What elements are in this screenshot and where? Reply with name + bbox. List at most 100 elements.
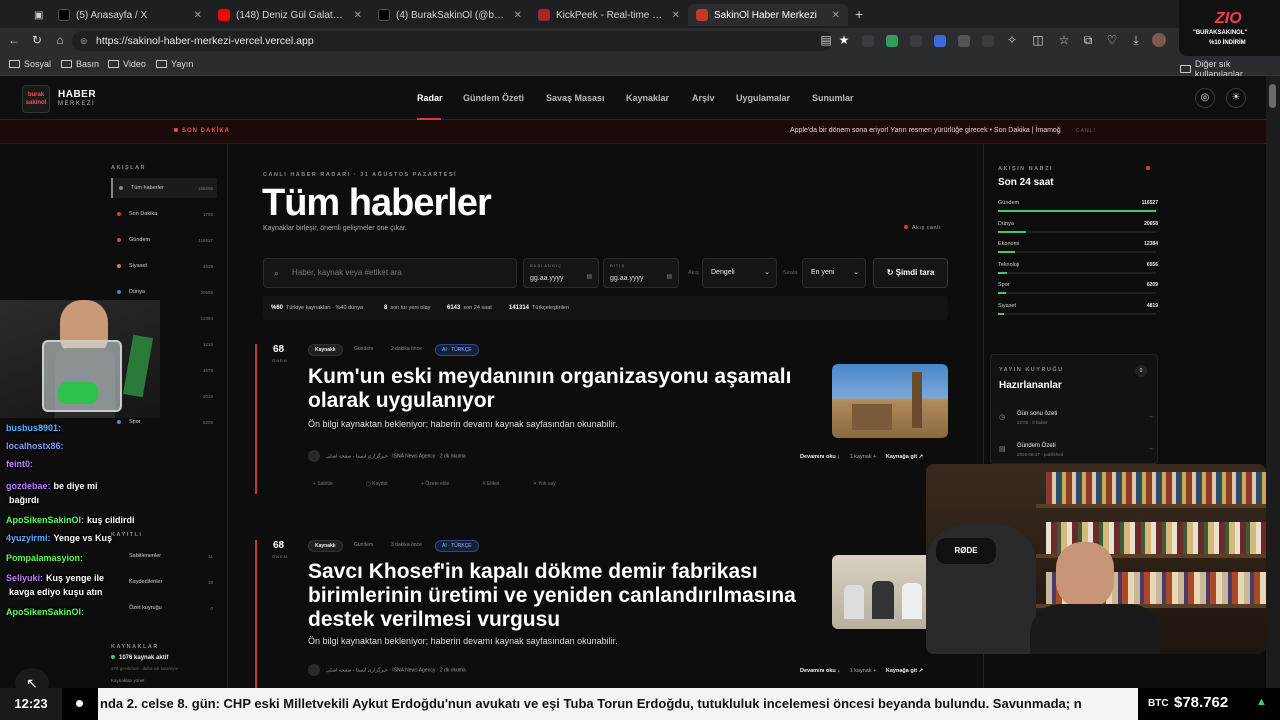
favorites-icon[interactable]: ☆ bbox=[1056, 33, 1072, 47]
clock-icon: ◷ bbox=[999, 414, 1006, 421]
date-from-field[interactable]: BAŞLANGIÇ gg.aa.yyyy ▤ bbox=[523, 258, 599, 288]
browser-tab[interactable]: (148) Deniz Gül Galatasaray'da?... ✕ bbox=[210, 4, 370, 26]
close-icon[interactable]: ✕ bbox=[194, 10, 202, 21]
browser-tab-active[interactable]: SakinOl Haber Merkezi ✕ bbox=[688, 4, 848, 26]
person-shape bbox=[872, 581, 894, 619]
feed-item[interactable]: Tüm haberler 168296 bbox=[111, 178, 217, 198]
sponsor-code: "BURAKSAKINOL" bbox=[1193, 30, 1248, 36]
nav-uygulamalar[interactable]: Uygulamalar bbox=[736, 93, 790, 103]
close-icon[interactable]: ✕ bbox=[354, 10, 362, 21]
arrow-right-icon: → bbox=[1147, 445, 1154, 452]
mode-select[interactable]: Dengeli ⌄ bbox=[702, 258, 777, 288]
article-title[interactable]: Savcı Khosef'in kapalı dökme demir fabri… bbox=[308, 560, 803, 632]
close-icon[interactable]: ✕ bbox=[514, 10, 522, 21]
save-button[interactable]: ▢ Kaydet bbox=[366, 481, 404, 487]
page-subtitle: Kaynaklar birleşir, önemli gelişmeler ön… bbox=[263, 225, 407, 232]
extension-icon[interactable] bbox=[958, 35, 970, 47]
browser-tab[interactable]: (5) Anasayfa / X ✕ bbox=[50, 4, 210, 26]
person-shape bbox=[844, 585, 864, 619]
go-to-source-link[interactable]: Kaynağa git ↗ bbox=[886, 454, 923, 460]
site-logo[interactable]: burak sakinol bbox=[22, 85, 50, 113]
read-more-link[interactable]: Devamını oku ↓ bbox=[800, 668, 840, 674]
translate-icon[interactable] bbox=[934, 35, 946, 47]
go-to-source-link[interactable]: Kaynağa git ↗ bbox=[886, 668, 923, 674]
close-icon[interactable]: ✕ bbox=[672, 10, 680, 21]
nav-radar[interactable]: Radar bbox=[417, 93, 443, 103]
site-info-icon[interactable]: ⊜ bbox=[80, 31, 88, 51]
sources-count[interactable]: 1 kaynak + bbox=[850, 454, 877, 460]
sort-select[interactable]: En yeni ⌄ bbox=[802, 258, 866, 288]
source-badge[interactable]: Kaynaklı bbox=[308, 540, 343, 552]
reader-icon[interactable]: ▤ bbox=[818, 33, 834, 47]
back-icon[interactable]: ← bbox=[6, 33, 22, 47]
calendar-icon[interactable]: ▤ bbox=[586, 273, 592, 280]
nav-kaynaklar[interactable]: Kaynaklar bbox=[626, 93, 669, 103]
pulse-fill bbox=[998, 292, 1006, 294]
source-badge[interactable]: Kaynaklı bbox=[308, 344, 343, 356]
puzzle-icon[interactable]: ✧ bbox=[1004, 33, 1020, 47]
heart-icon[interactable]: ♡ bbox=[1104, 33, 1120, 47]
nav-savas-masasi[interactable]: Savaş Masası bbox=[546, 93, 605, 103]
target-icon[interactable]: ◎ bbox=[1195, 88, 1215, 108]
read-more-link[interactable]: Devamını oku ↓ bbox=[800, 454, 840, 460]
nav-gundem-ozeti[interactable]: Gündem Özeti bbox=[463, 93, 524, 103]
ignore-button[interactable]: ✕ Yok say bbox=[533, 481, 572, 487]
feed-item[interactable]: Dünya 20658 bbox=[111, 282, 217, 302]
feed-item[interactable]: Siyaset 4819 bbox=[111, 256, 217, 276]
add-summary-button[interactable]: + Özete ekle bbox=[421, 481, 465, 487]
home-icon[interactable]: ⌂ bbox=[52, 33, 68, 47]
close-icon[interactable]: ✕ bbox=[832, 10, 840, 21]
page-scrollbar[interactable] bbox=[1266, 76, 1280, 688]
feed-count: 116527 bbox=[198, 237, 213, 243]
scrollbar-thumb[interactable] bbox=[1269, 84, 1276, 108]
importance-score: 68 bbox=[273, 540, 285, 551]
browser-tab[interactable]: (4) BurakSakinOl (@buraktut_) / X ✕ bbox=[370, 4, 530, 26]
split-screen-icon[interactable]: ◫ bbox=[1030, 33, 1046, 47]
feed-item[interactable]: Gündem 116527 bbox=[111, 230, 217, 250]
pin-button[interactable]: + Sabitle bbox=[313, 481, 349, 487]
favorite-star-icon[interactable]: ★ bbox=[836, 33, 852, 47]
calendar-icon[interactable]: ▤ bbox=[666, 273, 672, 280]
news-article[interactable]: 68 ÖNEM Kaynaklı Gündem 2 dakika önce AI… bbox=[255, 344, 955, 494]
profile-avatar[interactable] bbox=[1152, 33, 1166, 47]
stat-item: %60 Türkiye kaynakları · %40 dünya bbox=[271, 305, 364, 311]
article-thumbnail[interactable] bbox=[832, 364, 948, 438]
url-field[interactable]: ⊜ https://sakinol-haber-merkezi-vercel.v… bbox=[72, 31, 832, 51]
extension-icon[interactable] bbox=[862, 35, 874, 47]
importance-bar bbox=[255, 540, 257, 688]
nav-arsiv[interactable]: Arşiv bbox=[692, 93, 715, 103]
trend-up-icon: ▲ bbox=[1256, 696, 1267, 708]
nav-sunumlar[interactable]: Sunumlar bbox=[812, 93, 854, 103]
browser-tab[interactable]: KickPeek - Real-time URL Crawler ✕ bbox=[530, 4, 688, 26]
scan-now-button[interactable]: ↻ Şimdi tara bbox=[873, 258, 948, 288]
bookmark-folder[interactable]: Video bbox=[108, 59, 146, 69]
article-meta: خبرگزاری ایسنا - صفحه اصلی · ISNA News A… bbox=[308, 450, 466, 462]
tag-button[interactable]: # Etiket bbox=[483, 481, 516, 487]
extension-icon[interactable] bbox=[886, 35, 898, 47]
tab-title: (148) Deniz Gül Galatasaray'da?... bbox=[236, 9, 348, 21]
article-description: Ön bilgi kaynaktan bekleniyor; haberin d… bbox=[308, 419, 618, 429]
breaking-text[interactable]: Apple'da bir dönem sona eriyor! Yarın re… bbox=[790, 127, 1061, 134]
manage-sources-link[interactable]: Kaynakları yönet bbox=[111, 678, 145, 683]
search-input[interactable]: ⌕ Haber, kaynak veya #etiket ara bbox=[263, 258, 517, 288]
article-title[interactable]: Kum'un eski meydanının organizasyonu aşa… bbox=[308, 365, 803, 413]
bookmark-folder[interactable]: Yayın bbox=[156, 59, 193, 69]
date-to-field[interactable]: BİTİŞ gg.aa.yyyy ▤ bbox=[603, 258, 679, 288]
theme-toggle-icon[interactable]: ☀ bbox=[1226, 88, 1246, 108]
bookmark-folder[interactable]: Sosyal bbox=[9, 59, 51, 69]
feed-item[interactable]: Son Dakika 1755 bbox=[111, 204, 217, 224]
download-icon[interactable]: ⤓ bbox=[1128, 33, 1144, 48]
sidebar-toggle[interactable]: ▣ bbox=[26, 4, 51, 26]
folder-icon bbox=[108, 60, 119, 68]
collections-icon[interactable]: ⧉ bbox=[1080, 33, 1096, 48]
sources-count[interactable]: 1 kaynak + bbox=[850, 668, 877, 674]
sponsor-logo: ZIO bbox=[1215, 10, 1242, 27]
chat-text: Yenge vs Kuş bbox=[53, 533, 113, 543]
reload-icon[interactable]: ↻ bbox=[29, 33, 45, 47]
extension-icon[interactable] bbox=[910, 35, 922, 47]
bookmark-folder[interactable]: Basın bbox=[61, 59, 99, 69]
folder-icon bbox=[1180, 65, 1191, 73]
extension-icon[interactable] bbox=[982, 35, 994, 47]
new-tab-button[interactable]: + bbox=[855, 6, 863, 22]
news-article[interactable]: 68 ÖNEM Kaynaklı Gündem 3 dakika önce AI… bbox=[255, 540, 955, 688]
